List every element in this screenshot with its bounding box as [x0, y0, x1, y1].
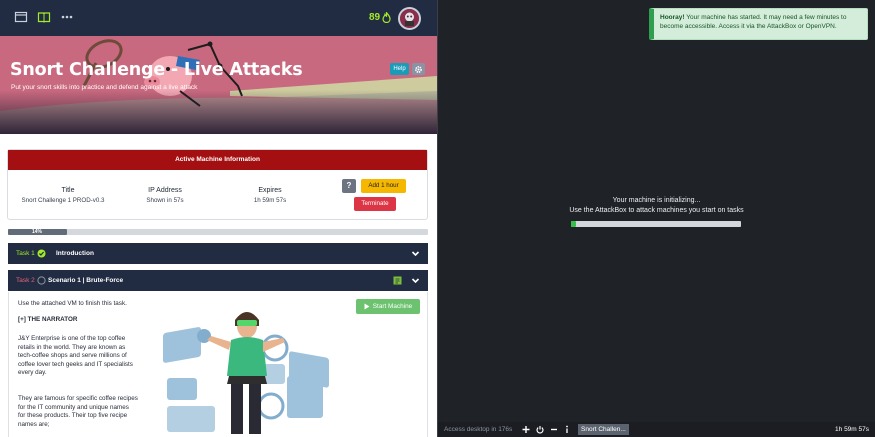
avatar[interactable]: [398, 7, 421, 30]
minimize-icon[interactable]: [550, 424, 558, 437]
machine-tab[interactable]: Snort Challen...: [578, 424, 629, 435]
session-timer: 1h 59m 57s: [835, 426, 869, 433]
init-status-text: Your machine is initializing...: [612, 197, 701, 204]
init-progress-bar: [571, 221, 741, 227]
vm-statusbar: Access desktop in 176s Snort Challen... …: [438, 422, 875, 437]
ip-address-value: Shown in 57s: [146, 197, 184, 204]
add-hour-button[interactable]: Add 1 hour: [361, 179, 406, 193]
active-machine-card: Active Machine Information Title Snort C…: [7, 149, 428, 220]
paragraph-line: names are;: [18, 420, 50, 428]
toast-title: Hooray!: [660, 14, 685, 21]
room-progress-label: 14%: [31, 229, 42, 235]
expires-value: 1h 59m 57s: [253, 197, 287, 204]
init-hint-text: Use the AttackBox to attack machines you…: [569, 207, 744, 214]
more-options-icon[interactable]: [60, 10, 74, 24]
task-1-title: Introduction: [56, 250, 94, 257]
task-1-number: Task 1: [16, 250, 35, 257]
chevron-down-icon[interactable]: [411, 276, 420, 287]
paragraph-line: They are famous for specific coffee reci…: [18, 395, 138, 402]
paragraph-line: coffee lover tech geeks and IT specialis…: [18, 360, 133, 368]
help-button[interactable]: Help: [390, 63, 409, 75]
file-icon[interactable]: [393, 276, 402, 287]
machine-card-header: Active Machine Information: [8, 150, 427, 170]
paragraph-1: J&Y Enterprise is one of the top coffee …: [18, 335, 133, 378]
chevron-down-icon[interactable]: [411, 249, 420, 260]
check-circle-icon: [37, 249, 46, 260]
top-navbar: 89: [0, 0, 437, 36]
notification-toast[interactable]: Hooray! Your machine has started. It may…: [649, 8, 868, 40]
machine-title-value: Snort Challenge 1 PROD-v0.3: [21, 197, 105, 204]
analyst-illustration: [163, 312, 329, 434]
banner-shade: [0, 90, 437, 134]
paragraph-2: They are famous for specific coffee reci…: [18, 395, 138, 429]
play-icon: [364, 303, 370, 310]
streak-flame-icon: [382, 10, 391, 25]
room-pane: 89 Snort Challenge - Live Attacks Put yo…: [0, 0, 437, 437]
task-2-title: Scenario 1 | Brute-Force: [48, 277, 124, 284]
settings-button[interactable]: [412, 63, 425, 75]
init-progress-fill: [571, 221, 577, 227]
terminate-button[interactable]: Terminate: [354, 197, 396, 211]
task-2-header[interactable]: Task 2 Scenario 1 | Brute-Force: [8, 270, 428, 291]
machine-title-label: Title: [61, 187, 75, 194]
window-icon[interactable]: [14, 10, 28, 24]
start-machine-button[interactable]: Start Machine: [356, 299, 420, 314]
book-icon[interactable]: [37, 10, 51, 24]
paragraph-line: for the IT community and unique names: [18, 403, 129, 411]
paragraph-line: retails in the world. They are known as: [18, 343, 126, 351]
gear-icon: [415, 65, 422, 73]
toast-message: Your machine has started. It may need a …: [660, 14, 847, 30]
narrator-heading: [+] THE NARRATOR: [18, 316, 78, 323]
task-intro-text: Use the attached VM to finish this task.: [18, 300, 127, 307]
attackbox-pane[interactable]: [438, 0, 875, 437]
paragraph-line: J&Y Enterprise is one of the top coffee: [18, 335, 126, 342]
expires-label: Expires: [258, 187, 282, 194]
paragraph-line: for these products. Their top five recip…: [18, 412, 128, 420]
task-2-body: Use the attached VM to finish this task.…: [8, 292, 428, 437]
access-countdown: Access desktop in 176s: [444, 426, 513, 433]
page-title: Snort Challenge - Live Attacks: [10, 60, 303, 80]
streak-count: 89: [369, 12, 381, 23]
start-machine-label: Start Machine: [372, 303, 413, 310]
task-2-number: Task 2: [16, 277, 35, 284]
paragraph-line: tech-coffee shops and serve millions of: [18, 352, 127, 360]
room-progress-bar: 14%: [8, 229, 428, 235]
incomplete-circle-icon: [37, 276, 46, 287]
paragraph-line: every day.: [18, 369, 47, 377]
page-subtitle: Put your snort skills into practice and …: [11, 84, 198, 91]
info-icon[interactable]: [564, 424, 570, 437]
machine-help-button[interactable]: ?: [342, 179, 356, 193]
task-1-header[interactable]: Task 1 Introduction: [8, 243, 428, 264]
plus-icon[interactable]: [522, 424, 530, 437]
ip-address-label: IP Address: [148, 187, 182, 194]
power-icon[interactable]: [536, 424, 544, 437]
